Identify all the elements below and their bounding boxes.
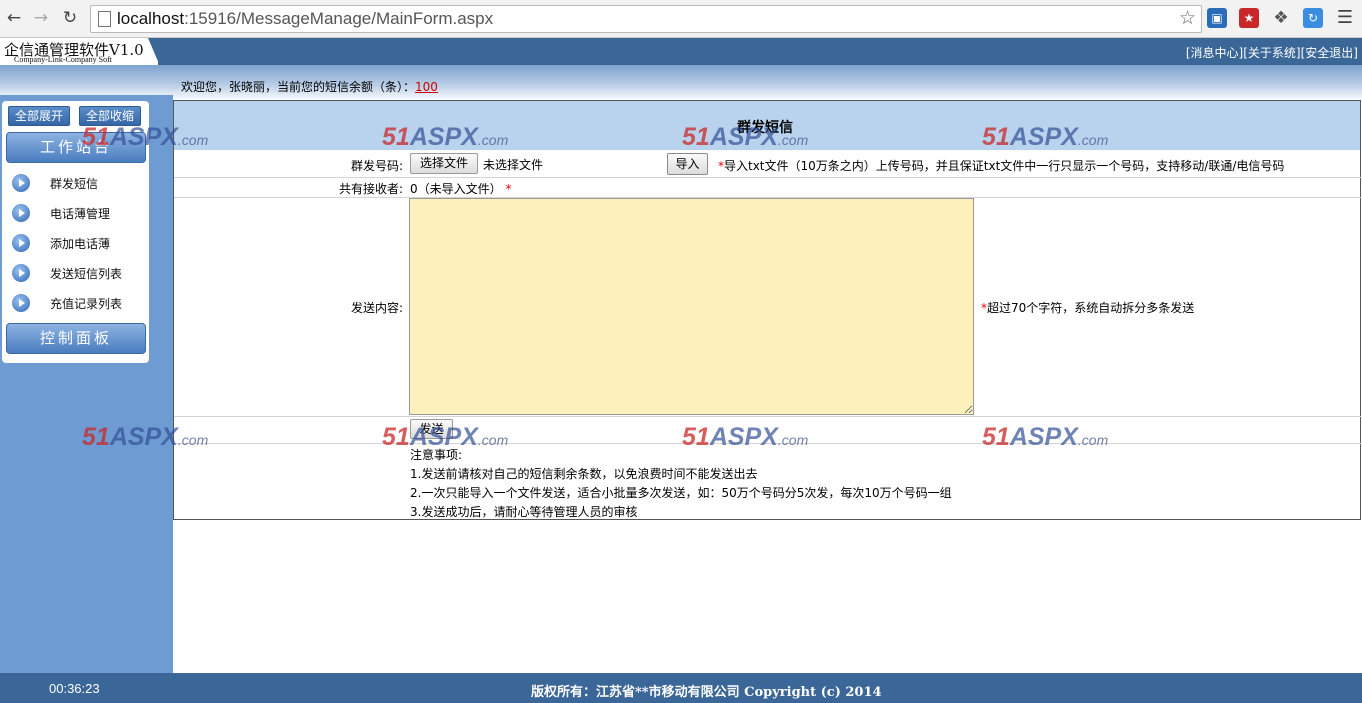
copyright-text: 版权所有：江苏省**市移动有限公司 Copyright (c) 2014: [531, 685, 882, 700]
app-subtitle: Company-Link-Company Soft: [14, 55, 112, 64]
page-icon: [98, 11, 111, 27]
balance-link[interactable]: 100: [415, 80, 438, 94]
address-bar[interactable]: localhost:15916/MessageManage/MainForm.a…: [90, 5, 1202, 33]
sidebar-item-sent-list[interactable]: 发送短信列表: [11, 262, 141, 284]
sidebar-item-mass-sms[interactable]: 群发短信: [11, 172, 141, 194]
clock: 00:36:23: [49, 681, 100, 696]
sidebar-item-label: 充值记录列表: [50, 297, 123, 311]
footer: 00:36:23 版权所有：江苏省**市移动有限公司 Copyright (c)…: [0, 673, 1362, 703]
top-links: [消息中心][关于系统][安全退出]: [1186, 44, 1358, 61]
about-system-link[interactable]: [关于系统]: [1243, 46, 1300, 60]
watermark-logo: 51ASPX.com: [982, 423, 1109, 451]
watermark-logo: 51ASPX.com: [382, 423, 509, 451]
watermark-logo: 51ASPX.com: [82, 423, 209, 451]
sidebar-item-recharge-list[interactable]: 充值记录列表: [11, 292, 141, 314]
sidebar-item-label: 添加电话薄: [50, 237, 111, 251]
play-circle-icon: [12, 294, 30, 312]
import-hint-text: 导入txt文件（10万条之内）上传号码，并且保证txt文件中一行只显示一个号码，…: [724, 159, 1285, 173]
app-header: [0, 38, 1362, 65]
back-icon[interactable]: ←: [3, 7, 25, 29]
logout-link[interactable]: [安全退出]: [1301, 46, 1358, 60]
row-divider: [174, 416, 1361, 417]
recipients-value: 0（未导入文件） *: [410, 180, 511, 197]
row-divider: [174, 177, 1361, 178]
extension-icon[interactable]: ▣: [1207, 8, 1227, 28]
play-circle-icon: [12, 204, 30, 222]
numbers-label: 群发号码:: [350, 159, 403, 173]
watermark-logo: 51ASPX.com: [382, 123, 509, 151]
recipients-count: 0（未导入文件）: [410, 182, 502, 196]
watermark-logo: 51ASPX.com: [682, 423, 809, 451]
note-item: 3.发送成功后，请耐心等待管理人员的审核: [410, 505, 638, 519]
watermark-logo: 51ASPX.com: [982, 123, 1109, 151]
sidebar-item-label: 电话薄管理: [50, 207, 111, 221]
recipients-label: 共有接收者:: [338, 182, 403, 196]
sidebar-item-label: 群发短信: [50, 177, 99, 191]
bookmark-star-icon[interactable]: ☆: [1179, 7, 1196, 29]
sidebar-item-add-phonebook[interactable]: 添加电话薄: [11, 232, 141, 254]
choose-file-button[interactable]: 选择文件: [410, 153, 478, 174]
play-circle-icon: [12, 264, 30, 282]
browser-toolbar: ← → ↻ localhost:15916/MessageManage/Main…: [0, 0, 1362, 38]
notes: 注意事项: 1.发送前请核对自己的短信剩余条数，以免浪费时间不能发送出去 2.一…: [410, 446, 952, 522]
content-hint-text: 超过70个字符，系统自动拆分多条发送: [987, 301, 1195, 315]
expand-all-button[interactable]: 全部展开: [8, 106, 71, 126]
watermark-logo: 51ASPX.com: [682, 123, 809, 151]
play-circle-icon: [12, 234, 30, 252]
sidebar-item-label: 发送短信列表: [50, 267, 123, 281]
note-item: 2.一次只能导入一个文件发送，适合小批量多次发送，如：50万个号码分5次发，每次…: [410, 486, 952, 500]
sidebar-item-phonebook-manage[interactable]: 电话薄管理: [11, 202, 141, 224]
import-hint: *导入txt文件（10万条之内）上传号码，并且保证txt文件中一行只显示一个号码…: [718, 157, 1284, 174]
watermark-logo: 51ASPX.com: [82, 123, 209, 151]
puzzle-icon[interactable]: ❖: [1271, 8, 1291, 28]
note-item: 1.发送前请核对自己的短信剩余条数，以免浪费时间不能发送出去: [410, 467, 758, 481]
message-center-link[interactable]: [消息中心]: [1186, 46, 1243, 60]
content-hint: *超过70个字符，系统自动拆分多条发送: [981, 299, 1194, 316]
menu-icon[interactable]: ☰: [1335, 8, 1355, 28]
reload-icon[interactable]: ↻: [59, 7, 81, 29]
welcome-text: 欢迎您，张晓丽，当前您的短信余额（条）：: [181, 80, 416, 94]
extension-icon[interactable]: ↻: [1303, 8, 1323, 28]
forward-icon[interactable]: →: [30, 7, 52, 29]
content-label: 发送内容:: [350, 301, 403, 315]
extension-icon[interactable]: ★: [1239, 8, 1259, 28]
welcome-message: 欢迎您，张晓丽，当前您的短信余额（条）：100: [181, 78, 438, 95]
sms-content-textarea[interactable]: [409, 198, 974, 415]
play-circle-icon: [12, 174, 30, 192]
import-button[interactable]: 导入: [667, 153, 708, 175]
required-mark: *: [505, 182, 512, 196]
url-text: localhost:15916/MessageManage/MainForm.a…: [117, 9, 494, 28]
section-control-panel[interactable]: 控制面板: [6, 323, 146, 354]
no-file-text: 未选择文件: [483, 158, 544, 172]
